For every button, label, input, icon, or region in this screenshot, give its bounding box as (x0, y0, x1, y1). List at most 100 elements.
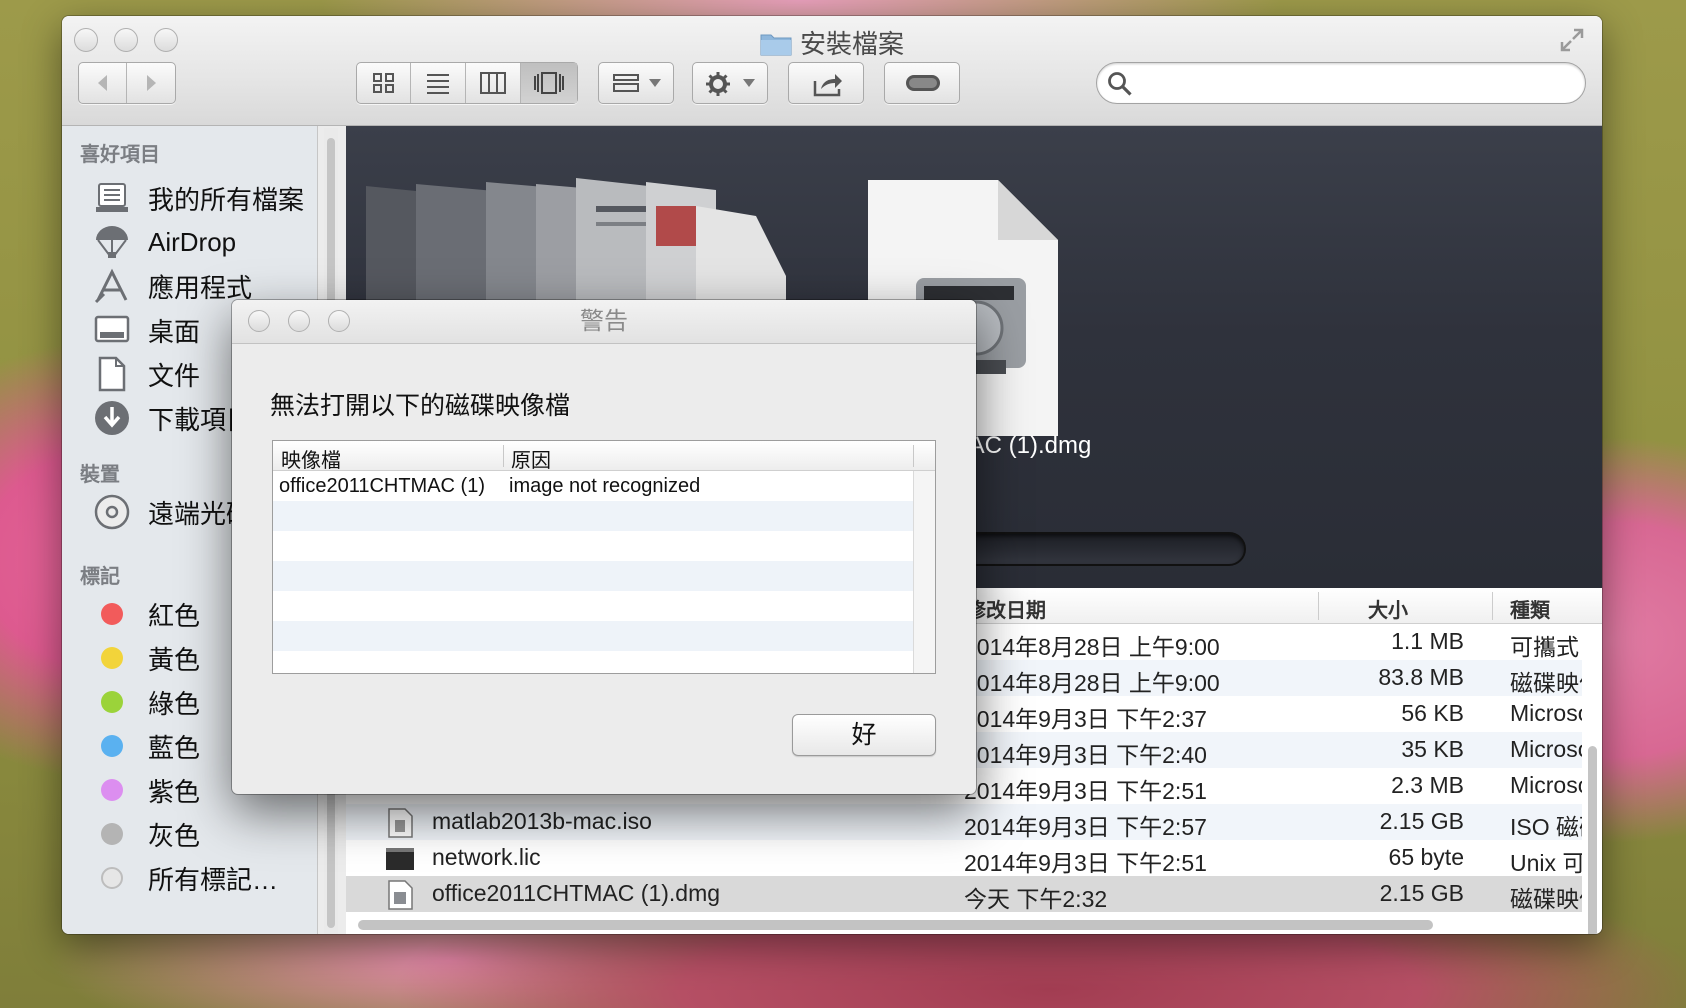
desktop-icon (94, 315, 130, 343)
alert-dialog: 警告 無法打開以下的磁碟映像檔 映像檔 原因 office2011CHTMAC … (232, 300, 976, 794)
sidebar-item-documents[interactable]: 文件 (92, 354, 200, 394)
file-kind: ISO 磁碟 (1510, 814, 1582, 840)
sidebar-item-label: 黃色 (148, 644, 201, 675)
column-header-kind[interactable]: 種類 (1510, 594, 1550, 623)
sidebar-item-tag-gray[interactable]: 灰色 (92, 814, 200, 854)
sidebar-item-downloads[interactable]: 下載項目 (92, 398, 252, 438)
tag-color-dot (101, 691, 123, 713)
airdrop-icon (96, 226, 128, 258)
column-header-image[interactable]: 映像檔 (281, 444, 341, 473)
minimize-window-button[interactable] (288, 310, 310, 332)
file-date: 2014年9月3日 下午2:37 (964, 706, 1207, 732)
file-size: 65 byte (1388, 844, 1464, 870)
forward-button[interactable] (127, 63, 175, 103)
file-kind: 可攜式 (1510, 634, 1579, 660)
sidebar-item-label: 綠色 (148, 688, 201, 719)
table-row-selected[interactable]: office2011CHTMAC (1).dmg 今天 下午2:32 2.15 … (346, 876, 1582, 912)
tag-color-dot (101, 603, 123, 625)
sidebar-item-label: AirDrop (148, 226, 237, 257)
file-size: 56 KB (1401, 700, 1464, 726)
sidebar-item-applications[interactable]: 應用程式 (92, 266, 252, 306)
file-size: 1.1 MB (1391, 628, 1464, 654)
action-button[interactable] (692, 62, 768, 104)
empty-row (273, 591, 915, 621)
share-icon (813, 74, 842, 97)
zoom-window-button[interactable] (328, 310, 350, 332)
sidebar-item-tag-green[interactable]: 綠色 (92, 682, 200, 722)
ok-button[interactable]: 好 (792, 714, 936, 756)
fullscreen-icon[interactable] (1558, 26, 1586, 54)
sidebar-item-label: 灰色 (148, 820, 201, 851)
icon-view-button[interactable] (357, 63, 411, 103)
window-title: 安裝檔案 (62, 24, 1602, 61)
error-table-scrollbar[interactable] (913, 471, 935, 673)
sidebar-item-tag-purple[interactable]: 紫色 (92, 770, 200, 810)
column-view-button[interactable] (466, 63, 521, 103)
file-date: 今天 下午2:32 (964, 886, 1108, 912)
coverflow-view-button[interactable] (521, 63, 577, 103)
search-input[interactable] (1096, 62, 1586, 104)
back-arrow-icon (97, 75, 107, 91)
sidebar-item-label: 應用程式 (148, 272, 253, 303)
error-table: 映像檔 原因 office2011CHTMAC (1) image not re… (272, 440, 936, 674)
sidebar-item-desktop[interactable]: 桌面 (92, 310, 200, 350)
forward-arrow-icon (147, 75, 156, 91)
sidebar-item-label: 藍色 (148, 732, 201, 763)
tag-color-dot (101, 647, 123, 669)
downloads-icon (95, 401, 129, 435)
table-row[interactable]: matlab2013b-mac.iso 2014年9月3日 下午2:57 2.1… (346, 804, 1582, 840)
chevron-down-icon (649, 79, 661, 87)
favorites-heading: 喜好項目 (80, 144, 160, 166)
share-button[interactable] (788, 62, 864, 104)
sidebar-item-label: 所有標記… (148, 864, 279, 895)
error-reason: image not recognized (509, 475, 701, 497)
folder-icon (760, 34, 792, 56)
file-list-horizontal-scrollbar[interactable] (358, 918, 1602, 932)
all-files-icon (96, 183, 128, 212)
error-table-header: 映像檔 原因 (273, 441, 935, 473)
column-header-reason[interactable]: 原因 (511, 444, 551, 473)
file-name: network.lic (432, 844, 541, 870)
remote-disc-icon (94, 494, 130, 530)
file-size: 2.15 GB (1379, 880, 1464, 906)
file-size: 2.15 GB (1379, 808, 1464, 834)
file-kind: 磁碟映像 (1510, 886, 1582, 912)
file-kind: 磁碟映像 (1510, 670, 1582, 696)
sidebar-item-all-files[interactable]: 我的所有檔案 (92, 178, 304, 218)
coverflow-view-icon (534, 72, 564, 94)
back-button[interactable] (79, 63, 127, 103)
alert-message: 無法打開以下的磁碟映像檔 (270, 392, 571, 420)
sidebar-item-tag-yellow[interactable]: 黃色 (92, 638, 200, 678)
file-list-vertical-scrollbar[interactable] (1584, 626, 1600, 934)
column-header-size[interactable]: 大小 (1368, 594, 1408, 623)
tag-color-dot (101, 779, 123, 801)
sidebar-item-remote-disc[interactable]: 遠端光碟 (92, 492, 252, 532)
file-name: matlab2013b-mac.iso (432, 808, 652, 834)
edit-tags-button[interactable] (884, 62, 960, 104)
sidebar-item-all-tags[interactable]: 所有標記… (92, 858, 278, 898)
file-date: 2014年8月28日 上午9:00 (964, 670, 1220, 696)
executable-file-icon (386, 848, 414, 870)
sidebar-item-tag-blue[interactable]: 藍色 (92, 726, 200, 766)
table-row[interactable]: office2011CHTMAC (1) image not recognize… (273, 471, 915, 501)
tag-color-dot (101, 735, 123, 757)
list-view-button[interactable] (411, 63, 466, 103)
sidebar-item-label: 紅色 (148, 600, 201, 631)
devices-heading: 裝置 (80, 464, 120, 486)
close-window-button[interactable] (248, 310, 270, 332)
chevron-down-icon (743, 79, 755, 87)
all-tags-icon (101, 867, 123, 889)
file-date: 2014年9月3日 下午2:57 (964, 814, 1207, 840)
column-header-date[interactable]: 修改日期 (966, 594, 1046, 623)
alert-titlebar: 警告 (232, 300, 976, 344)
sidebar-item-airdrop[interactable]: AirDrop (92, 222, 236, 262)
dmg-file-icon (388, 880, 413, 910)
file-name: office2011CHTMAC (1).dmg (432, 880, 721, 906)
sidebar-item-label: 紫色 (148, 776, 201, 807)
table-row[interactable]: network.lic 2014年9月3日 下午2:51 65 byte Uni… (346, 840, 1582, 876)
back-forward-control (78, 62, 176, 104)
arrange-button[interactable] (598, 62, 674, 104)
sidebar-item-label: 文件 (148, 360, 201, 391)
empty-row (273, 561, 915, 591)
sidebar-item-tag-red[interactable]: 紅色 (92, 594, 200, 634)
